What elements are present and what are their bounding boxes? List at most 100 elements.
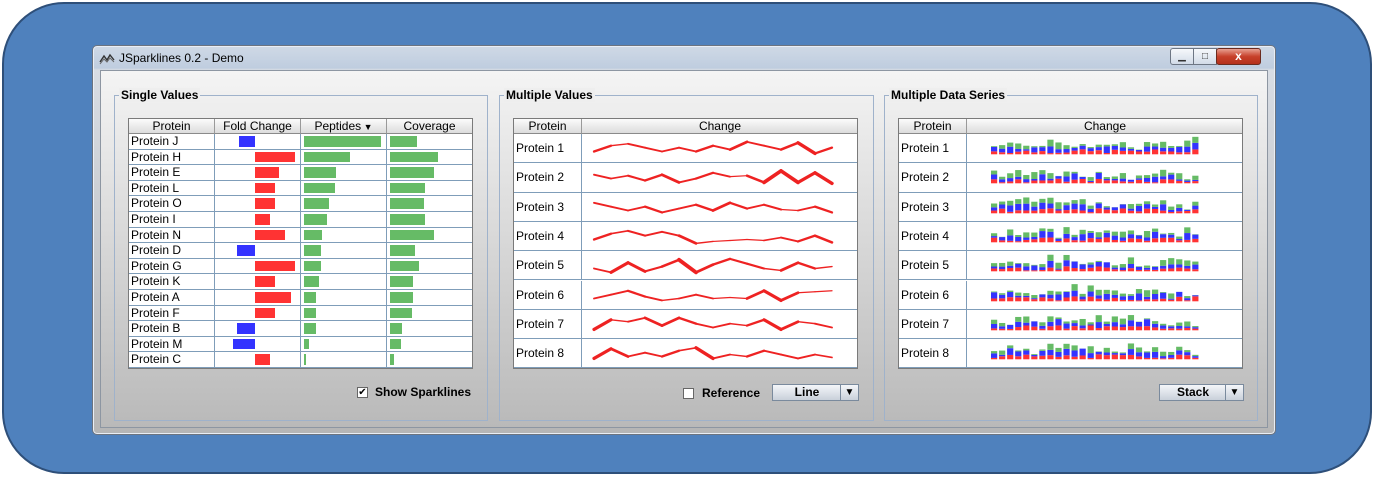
multiple-data-series-table[interactable]: Protein Change Protein 1 Protein 2 Protein 3…: [898, 118, 1243, 369]
column-header-peptides[interactable]: Peptides ▼: [301, 119, 387, 134]
coverage-bar: [390, 214, 425, 225]
stack-segment: [1055, 269, 1062, 272]
column-header-protein[interactable]: Protein: [899, 119, 967, 134]
stack-segment: [1184, 355, 1191, 360]
stack-segment: [1047, 297, 1054, 301]
stack-segment: [1143, 203, 1151, 209]
sparkline-segment: [660, 349, 681, 358]
table-row[interactable]: Protein L: [129, 180, 472, 197]
column-header-protein[interactable]: Protein: [514, 119, 582, 134]
stack-segment: [1111, 231, 1118, 236]
reference-label: Reference: [702, 386, 761, 400]
table-row[interactable]: Protein 4: [514, 221, 857, 252]
stack-segment: [991, 268, 998, 272]
table-row[interactable]: Protein 3: [899, 192, 1242, 222]
chart-type-select[interactable]: Line ▼: [772, 384, 859, 401]
table-row[interactable]: Protein 1: [899, 134, 1242, 164]
table-row[interactable]: Protein E: [129, 165, 472, 181]
table-row[interactable]: Protein N: [129, 227, 472, 244]
stack-segment: [1039, 147, 1046, 152]
column-header-fold[interactable]: Fold Change: [215, 119, 301, 134]
cell-change: [967, 193, 1242, 221]
column-header-coverage[interactable]: Coverage: [387, 119, 472, 134]
table-row[interactable]: Protein 7: [514, 309, 857, 340]
single-values-table[interactable]: Protein Fold Change Peptides ▼ Coverage Prot…: [128, 118, 473, 369]
sparkline-segment: [813, 205, 834, 214]
sparkline-segment: [729, 238, 748, 241]
stack-segment: [1143, 230, 1151, 238]
multiple-values-table[interactable]: Protein Change Protein 1 Protein 2 Protein 3…: [513, 118, 858, 369]
table-row[interactable]: Protein 2: [899, 163, 1242, 193]
table-row[interactable]: Protein K: [129, 274, 472, 290]
table-row[interactable]: Protein C: [129, 352, 472, 368]
stack-segment: [1176, 354, 1183, 360]
table-row[interactable]: Protein B: [129, 321, 472, 337]
stack-segment: [1127, 230, 1135, 235]
stack-segment: [1063, 260, 1070, 267]
table-row[interactable]: Protein 7: [899, 309, 1242, 340]
stack-segment: [1152, 206, 1159, 209]
stack-segment: [1071, 236, 1078, 241]
stack-segment: [1143, 208, 1151, 213]
reference-checkbox[interactable]: [683, 388, 694, 399]
line-sparkline: [593, 288, 833, 302]
table-row[interactable]: Protein 1: [514, 134, 857, 164]
stack-segment: [1176, 264, 1183, 268]
sparkline-segment: [796, 141, 817, 156]
stack-segment: [1160, 291, 1167, 293]
series-mode-select[interactable]: Stack ▼: [1159, 384, 1244, 401]
table-row[interactable]: Protein 6: [899, 280, 1242, 310]
sparkline-segment: [712, 172, 731, 178]
title-bar[interactable]: JSparklines 0.2 - Demo ▁ □ x: [93, 46, 1275, 70]
sparkline-segment: [593, 201, 612, 208]
table-row[interactable]: Protein 4: [899, 221, 1242, 252]
table-row[interactable]: Protein D: [129, 243, 472, 259]
column-header-protein[interactable]: Protein: [129, 119, 215, 134]
stack-segment: [1152, 266, 1159, 268]
table-row[interactable]: Protein O: [129, 196, 472, 212]
maximize-button[interactable]: □: [1193, 48, 1217, 65]
table-row[interactable]: Protein 5: [899, 251, 1242, 281]
table-row[interactable]: Protein F: [129, 305, 472, 322]
minimize-button[interactable]: ▁: [1170, 48, 1194, 65]
stack-segment: [1087, 208, 1094, 212]
stack-segment: [1055, 179, 1062, 184]
table-row[interactable]: Protein 8: [514, 339, 857, 368]
column-header-change[interactable]: Change: [967, 119, 1242, 134]
stack-segment: [1103, 326, 1110, 331]
cell-protein: Protein 2: [514, 163, 582, 192]
sparkline-segment: [661, 146, 680, 153]
close-icon: x: [1235, 49, 1242, 63]
stack-segment: [1152, 323, 1159, 328]
table-row[interactable]: Protein 3: [514, 192, 857, 222]
table-row[interactable]: Protein 2: [514, 163, 857, 193]
peptides-bar: [304, 214, 328, 225]
show-sparklines-checkbox[interactable]: ✔: [357, 387, 368, 398]
close-button[interactable]: x: [1216, 48, 1261, 65]
table-row[interactable]: Protein A: [129, 290, 472, 306]
table-row[interactable]: Protein M: [129, 336, 472, 353]
table-row[interactable]: Protein 6: [514, 280, 857, 310]
chart-type-value: Line: [794, 385, 820, 399]
stack-segment: [1007, 181, 1014, 184]
cell-protein: Protein D: [129, 243, 215, 258]
stack-segment: [1176, 236, 1183, 239]
stack-segment: [1184, 352, 1191, 356]
stack-segment: [1111, 316, 1118, 322]
table-row[interactable]: Protein 8: [899, 339, 1242, 368]
stack-segment: [1119, 208, 1126, 213]
table-row[interactable]: Protein G: [129, 258, 472, 275]
stack-segment: [1160, 328, 1167, 331]
stack-segment: [1031, 270, 1038, 272]
column-header-change[interactable]: Change: [582, 119, 857, 134]
table-row[interactable]: Protein I: [129, 212, 472, 228]
stack-segment: [1079, 210, 1086, 213]
stack-segment: [1063, 176, 1070, 182]
sparkline-segment: [797, 205, 816, 212]
table-row[interactable]: Protein J: [129, 134, 472, 150]
stack-segment: [1015, 148, 1022, 152]
table-row[interactable]: Protein H: [129, 149, 472, 166]
peptides-bar: [304, 182, 335, 194]
stack-segment: [1047, 139, 1054, 147]
table-row[interactable]: Protein 5: [514, 251, 857, 281]
